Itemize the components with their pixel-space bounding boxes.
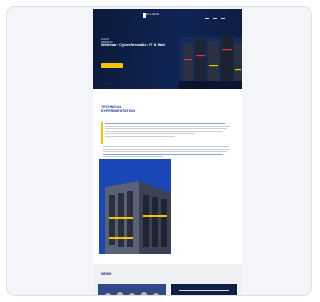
section-title: TECHNICAL EXPERIMENTATION (101, 105, 136, 114)
body-paragraph (103, 145, 230, 159)
nav-link[interactable] (221, 18, 225, 19)
news-title: NEWS (101, 272, 112, 276)
nav-link[interactable] (205, 18, 209, 19)
thumbnail-caption (179, 290, 229, 291)
hero-cta-button[interactable] (101, 63, 123, 68)
hero-title: Webinar: Cyberfirewalls: IT & Wat (101, 42, 165, 47)
logo-text: RILLARD (145, 12, 160, 16)
feature-image (99, 159, 171, 254)
news-section: NEWS (93, 264, 242, 295)
server-racks-image (179, 35, 242, 89)
news-thumbnail[interactable] (98, 284, 166, 295)
news-thumbnail[interactable] (171, 284, 237, 295)
hero-pager[interactable]: • • • • (101, 83, 112, 85)
accent-bar (101, 122, 103, 144)
intro-paragraph (105, 122, 232, 138)
nav-link[interactable] (213, 18, 217, 19)
hero-banner: RILLARD EVENT WEBINAR Webinar: Cyberfire… (93, 9, 242, 89)
datacenter-illustration (105, 181, 171, 254)
email-preview[interactable]: RILLARD EVENT WEBINAR Webinar: Cyberfire… (93, 9, 242, 295)
group-photo-icon (98, 284, 166, 295)
preview-card: RILLARD EVENT WEBINAR Webinar: Cyberfire… (6, 6, 312, 296)
